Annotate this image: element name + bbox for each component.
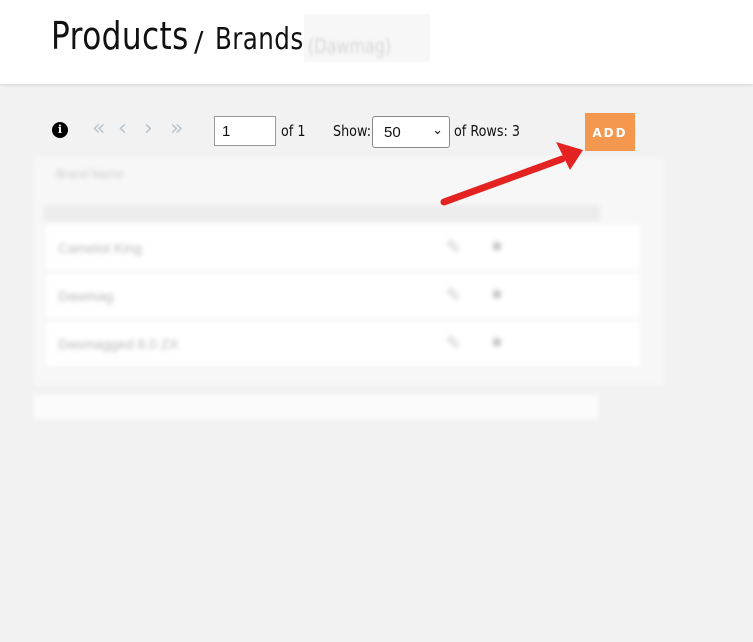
add-button[interactable]: ADD [585, 113, 635, 151]
rows-per-page-value: 50 [384, 124, 401, 141]
delete-icon[interactable]: ■ [492, 238, 502, 256]
chevron-down-icon: ⌄ [432, 123, 443, 138]
previous-page-icon[interactable]: ‹ [118, 118, 127, 140]
edit-icon[interactable]: ✎ [446, 237, 461, 258]
next-page-icon[interactable]: › [144, 118, 153, 140]
info-icon[interactable]: i [52, 122, 68, 138]
table-row[interactable]: Dasmagged 8.0 ZX ✎ ■ [46, 321, 640, 368]
brand-name-cell: Dasmagged 8.0 ZX [58, 336, 179, 352]
brand-name-cell: Dawmag [58, 288, 114, 304]
obscured-breadcrumb-text: (Dawmag) [308, 34, 392, 58]
table-title: Brand Name [56, 167, 124, 181]
rows-per-page-select[interactable]: 50 ⌄ [372, 116, 450, 148]
table-toolbar: i « ‹ › » of 1 Show: 50 ⌄ of Rows: 3 ADD [0, 112, 753, 152]
page-count-label: of 1 [281, 122, 306, 140]
first-page-icon[interactable]: « [92, 118, 105, 140]
page-header: Products / Brands (Dawmag) [0, 0, 753, 84]
brand-name-cell: Camelot King [58, 240, 143, 256]
delete-icon[interactable]: ■ [492, 334, 502, 352]
obscured-breadcrumb: (Dawmag) [304, 14, 430, 62]
table-row[interactable]: Dawmag ✎ ■ [46, 273, 640, 320]
delete-icon[interactable]: ■ [492, 286, 502, 304]
table-header [44, 205, 600, 221]
page-number-input[interactable] [214, 116, 276, 146]
breadcrumb-current: Brands [215, 22, 304, 57]
edit-icon[interactable]: ✎ [446, 285, 461, 306]
brands-table: Brand Name Camelot King ✎ ■ Dawmag ✎ ■ D… [34, 157, 664, 385]
page-title: Products [51, 14, 189, 58]
blurred-table-area: Brand Name Camelot King ✎ ■ Dawmag ✎ ■ D… [30, 155, 670, 425]
row-count-label: of Rows: 3 [454, 122, 520, 140]
breadcrumb-separator: / [194, 25, 204, 58]
show-label: Show: [333, 122, 372, 140]
table-row[interactable]: Camelot King ✎ ■ [46, 225, 640, 272]
last-page-icon[interactable]: » [170, 118, 183, 140]
table-footer [34, 395, 598, 419]
edit-icon[interactable]: ✎ [446, 333, 461, 354]
